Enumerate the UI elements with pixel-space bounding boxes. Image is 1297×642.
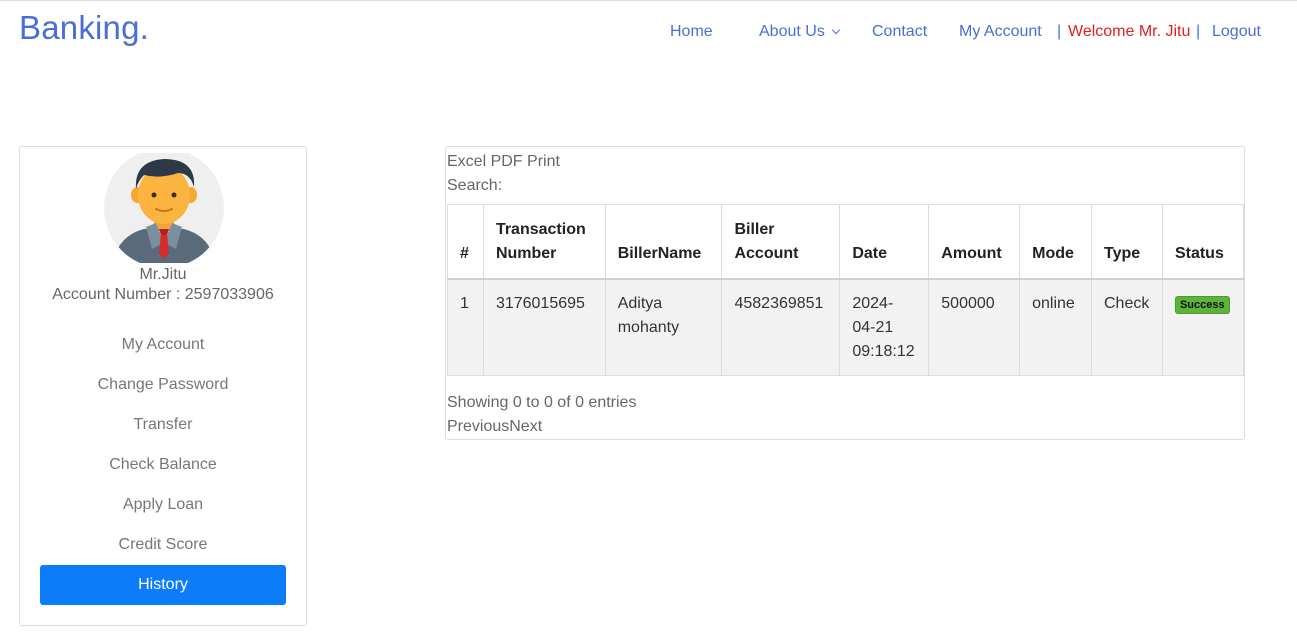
user-name: Mr.Jitu	[139, 266, 187, 283]
sidebar-item-my-account[interactable]: My Account	[40, 325, 286, 365]
sidebar-item-credit-score[interactable]: Credit Score	[40, 525, 286, 565]
column-header[interactable]: Biller Account	[721, 204, 841, 280]
chevron-down-icon	[831, 25, 841, 35]
sidebar-item-check-balance[interactable]: Check Balance	[40, 445, 286, 485]
cell-type: Check	[1090, 278, 1163, 376]
cell-mode: online	[1019, 278, 1092, 376]
cell-transaction-number: 3176015695	[482, 278, 606, 376]
businessman-avatar-icon	[104, 153, 224, 263]
profile-sidebar: Mr.Jitu Account Number : 2597033906 My A…	[19, 146, 307, 626]
nav-separator: |	[1196, 23, 1201, 40]
welcome-text: Welcome Mr. Jitu	[1068, 23, 1191, 40]
pdf-button[interactable]: PDF	[491, 153, 523, 170]
nav-about-link[interactable]: About Us	[759, 23, 841, 41]
cell-status: Success	[1161, 278, 1245, 376]
nav-about-label: About Us	[759, 23, 825, 40]
cell-amount: 500000	[928, 278, 1021, 376]
nav-home-link[interactable]: Home	[670, 23, 713, 41]
entries-info: Showing 0 to 0 of 0 entries	[447, 394, 637, 411]
cell-biller-name: Aditya mohanty	[604, 278, 723, 376]
table-header-row: # Transaction Number BillerName Biller A…	[447, 204, 1245, 280]
previous-button[interactable]: Previous	[447, 418, 509, 435]
search-label: Search:	[447, 177, 503, 194]
table-row: 1 3176015695 Aditya mohanty 4582369851 2…	[447, 278, 1245, 376]
nav-separator: |	[1057, 23, 1062, 40]
sidebar-menu: My Account Change Password Transfer Chec…	[40, 325, 286, 605]
nav-logout-link[interactable]: Logout	[1212, 23, 1261, 41]
column-header[interactable]: Type	[1090, 204, 1163, 280]
column-header[interactable]: Amount	[928, 204, 1021, 280]
account-number: Account Number : 2597033906	[52, 286, 274, 303]
sidebar-item-change-password[interactable]: Change Password	[40, 365, 286, 405]
transaction-table: # Transaction Number BillerName Biller A…	[447, 204, 1245, 376]
nav-my-account-link[interactable]: My Account	[959, 23, 1042, 41]
sidebar-item-history[interactable]: History	[40, 565, 286, 605]
export-toolbar: Excel PDF Print	[447, 150, 560, 174]
cell-index: 1	[447, 278, 484, 376]
status-badge: Success	[1174, 295, 1230, 314]
sidebar-item-transfer[interactable]: Transfer	[40, 405, 286, 445]
nav-contact-link[interactable]: Contact	[872, 23, 927, 41]
next-button[interactable]: Next	[509, 418, 542, 435]
print-button[interactable]: Print	[527, 153, 560, 170]
history-panel: Excel PDF Print Search: # Transaction Nu…	[445, 146, 1245, 440]
cell-date: 2024-04-21 09:18:12	[839, 278, 930, 376]
top-nav: Home About Us Contact My Account | Welco…	[0, 23, 1297, 47]
column-header[interactable]: BillerName	[604, 204, 723, 280]
pagination: PreviousNext	[447, 415, 542, 439]
cell-biller-account: 4582369851	[721, 278, 841, 376]
column-header[interactable]: Transaction Number	[482, 204, 606, 280]
column-header[interactable]: Mode	[1019, 204, 1092, 280]
column-header[interactable]: #	[447, 204, 484, 280]
column-header[interactable]: Date	[839, 204, 930, 280]
sidebar-item-apply-loan[interactable]: Apply Loan	[40, 485, 286, 525]
excel-button[interactable]: Excel	[447, 153, 486, 170]
column-header[interactable]: Status	[1161, 204, 1245, 280]
